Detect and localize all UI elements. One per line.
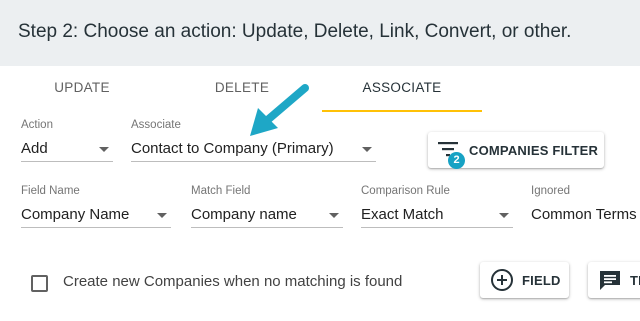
associate-label: Associate (131, 119, 181, 131)
step-title: Step 2: Choose an action: Update, Delete… (18, 21, 572, 42)
ignored-value: Common Terms (531, 206, 637, 223)
action-label: Action (21, 119, 53, 131)
ignored-select[interactable]: Common Terms (531, 204, 640, 228)
create-new-companies-label: Create new Companies when no matching is… (63, 273, 403, 290)
field-name-label: Field Name (21, 185, 80, 197)
comparison-rule-value: Exact Match (361, 206, 444, 223)
active-tab-indicator (322, 110, 482, 112)
tab-associate[interactable]: ASSOCIATE (322, 66, 482, 113)
companies-filter-button[interactable]: 2 COMPANIES FILTER (428, 132, 604, 169)
chevron-down-icon (157, 213, 167, 218)
comment-icon (600, 271, 620, 290)
pointer-arrow-icon (250, 84, 309, 136)
action-tabs: UPDATE DELETE ASSOCIATE (0, 66, 640, 113)
match-field-value: Company name (191, 206, 297, 223)
chevron-down-icon (362, 147, 372, 152)
chevron-down-icon (499, 213, 509, 218)
step-header: Step 2: Choose an action: Update, Delete… (0, 0, 640, 66)
field-name-value: Company Name (21, 206, 130, 223)
field-name-select[interactable]: Company Name (21, 204, 171, 228)
match-field-select[interactable]: Company name (191, 204, 343, 228)
action-value: Add (21, 140, 48, 157)
comparison-rule-select[interactable]: Exact Match (361, 204, 513, 228)
add-field-button[interactable]: FIELD (480, 262, 569, 298)
filter-count-badge: 2 (448, 152, 465, 169)
action-select[interactable]: Add (21, 138, 113, 162)
chevron-down-icon (329, 213, 339, 218)
companies-filter-label: COMPANIES FILTER (469, 143, 599, 158)
chevron-down-icon (99, 147, 109, 152)
match-field-label: Match Field (191, 185, 251, 197)
add-text-label: TE (630, 273, 640, 288)
ignored-label: Ignored (531, 185, 571, 197)
add-circle-icon (491, 269, 513, 291)
comparison-rule-label: Comparison Rule (361, 185, 450, 197)
create-new-companies-checkbox[interactable] (31, 275, 48, 292)
add-text-button[interactable]: TE (588, 262, 640, 298)
tab-update[interactable]: UPDATE (2, 66, 162, 113)
add-field-label: FIELD (522, 273, 561, 288)
